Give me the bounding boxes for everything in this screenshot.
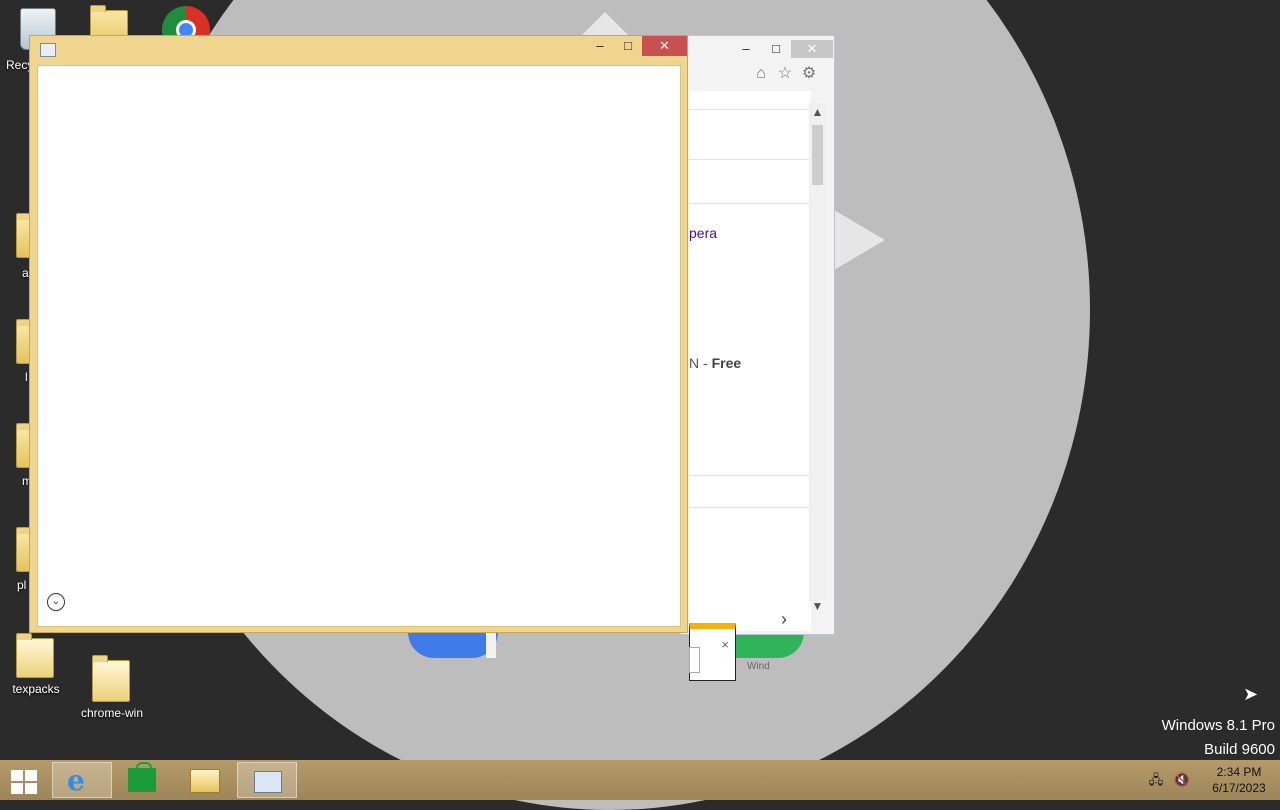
volume-muted-icon[interactable]: 🔇: [1172, 772, 1192, 788]
minimize-button[interactable]: –: [586, 36, 614, 56]
folder-icon: [190, 769, 220, 793]
ie-minimize-button[interactable]: –: [731, 40, 761, 58]
result-title-bold: Free: [711, 355, 742, 371]
scroll-thumb[interactable]: [812, 125, 823, 185]
taskbar-store[interactable]: [114, 762, 174, 798]
performance-monitor-icon: [254, 771, 282, 793]
desktop-icon-label: pl: [17, 578, 27, 592]
divider: [689, 159, 811, 160]
folder-icon: [16, 633, 54, 678]
expand-chevron-icon[interactable]: ⌄: [47, 593, 65, 611]
ie-icon: e: [67, 764, 85, 797]
windows-watermark: Windows 8.1 Pro Build 9600: [1162, 714, 1275, 762]
mouse-cursor-icon: ➤: [1243, 684, 1259, 704]
app-window-icon[interactable]: [40, 43, 56, 57]
favorites-star-icon[interactable]: ☆: [775, 64, 795, 84]
watermark-edition: Windows 8.1 Pro: [1161, 717, 1275, 734]
desktop-icon-label: texpacks: [12, 682, 60, 696]
close-button[interactable]: ✕: [642, 36, 687, 56]
desktop-icon-texpacks[interactable]: texpacks: [6, 632, 66, 702]
app-window[interactable]: – □ ✕ ⌄: [29, 35, 688, 633]
clock-date: 6/17/2023: [1212, 781, 1266, 795]
divider: [689, 507, 811, 508]
taskbar-internet-explorer[interactable]: e: [52, 762, 112, 798]
desktop-icon-label: chrome-win: [80, 706, 143, 720]
ie-window[interactable]: – □ ✕ ⌂ ☆ ⚙ pera N - Free × Wind ▲ ▼ ›: [680, 35, 835, 681]
desktop-icon-label: a: [22, 266, 29, 280]
scroll-down-icon[interactable]: ▼: [809, 597, 826, 615]
watermark-build: Build 9600: [1204, 741, 1275, 758]
popup-close-icon[interactable]: ×: [721, 637, 729, 652]
ie-close-button[interactable]: ✕: [791, 40, 833, 58]
taskbar: e 🖧 🔇 2:34 PM 6/17/2023: [0, 760, 1280, 800]
windows-logo-icon: [11, 770, 37, 794]
result-title[interactable]: N - Free: [689, 355, 741, 371]
desktop-icon-folder-top[interactable]: [80, 0, 140, 50]
ie-maximize-button[interactable]: □: [761, 40, 791, 58]
divider: [689, 475, 811, 476]
home-icon[interactable]: ⌂: [751, 64, 771, 84]
notification-popup[interactable]: ×: [689, 623, 736, 681]
chevron-right-icon[interactable]: ›: [781, 609, 787, 630]
partial-text: Wind: [747, 661, 770, 672]
divider: [689, 109, 811, 110]
maximize-button[interactable]: □: [614, 36, 642, 56]
ie-page-content: pera N - Free × Wind: [689, 91, 811, 681]
desktop-icon-chrome[interactable]: [160, 0, 220, 54]
store-icon: [128, 762, 156, 792]
popup-field: [689, 647, 700, 673]
vertical-scrollbar[interactable]: ▲ ▼: [809, 103, 826, 613]
folder-icon: [92, 655, 130, 702]
taskbar-resource-monitor[interactable]: [237, 762, 297, 798]
wallpaper-blue-shape: [408, 632, 498, 658]
settings-gear-icon[interactable]: ⚙: [799, 64, 819, 84]
app-window-controls: – □ ✕: [586, 36, 687, 56]
result-title-prefix: N -: [689, 355, 712, 371]
ie-window-controls: – □ ✕: [731, 40, 833, 58]
start-button[interactable]: [0, 762, 50, 798]
app-client-area: ⌄: [37, 65, 681, 627]
clock[interactable]: 2:34 PM 6/17/2023: [1198, 764, 1280, 796]
desktop-icon-label: l: [25, 370, 28, 384]
divider: [689, 203, 811, 204]
desktop-icon-chrome-win[interactable]: chrome-win: [76, 654, 148, 724]
ie-toolbar: ⌂ ☆ ⚙: [751, 64, 819, 84]
system-tray: 🖧 🔇 2:34 PM 6/17/2023: [1146, 760, 1280, 800]
taskbar-file-explorer[interactable]: [174, 762, 234, 798]
network-icon[interactable]: 🖧: [1146, 772, 1166, 788]
clock-time: 2:34 PM: [1216, 765, 1262, 779]
scroll-up-icon[interactable]: ▲: [809, 103, 826, 121]
result-link[interactable]: pera: [689, 225, 717, 241]
